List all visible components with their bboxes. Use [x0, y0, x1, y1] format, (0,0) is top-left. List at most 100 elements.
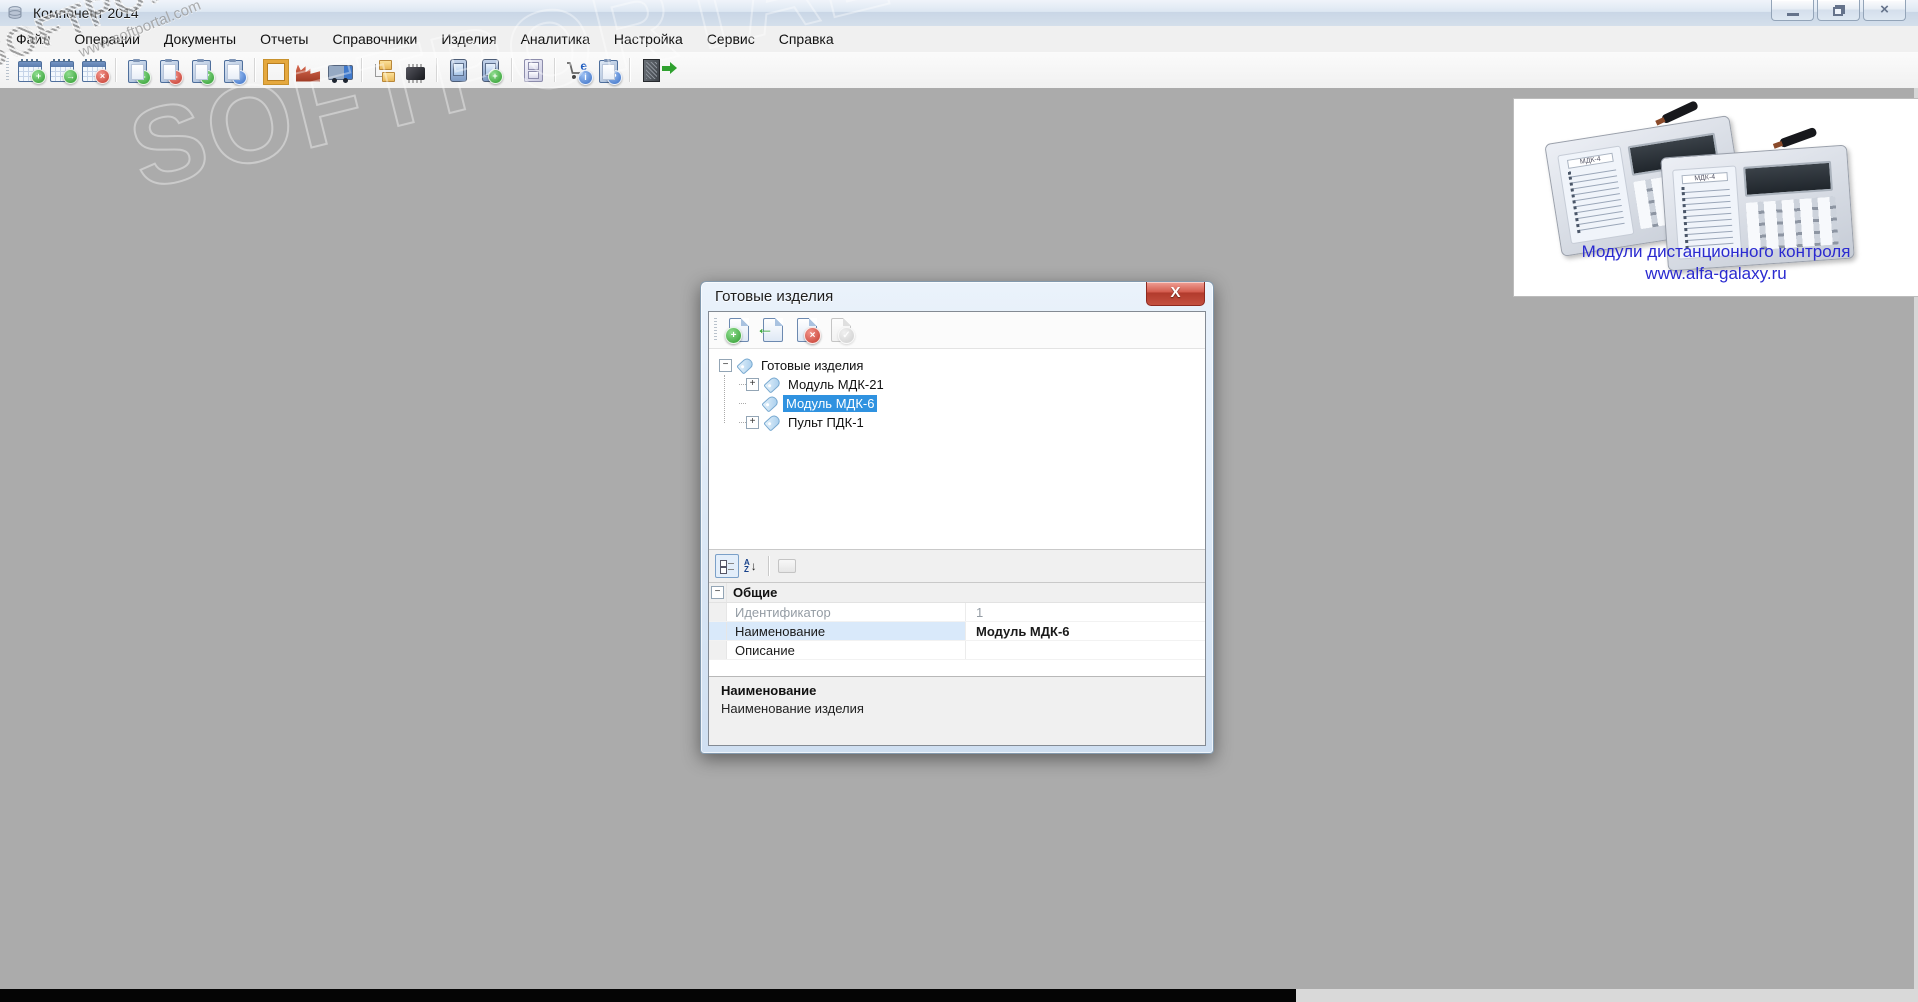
- move-item-button[interactable]: ←: [756, 314, 790, 346]
- device-button[interactable]: [442, 54, 474, 86]
- close-icon: ×: [1880, 1, 1889, 18]
- property-grid-toolbar: AZ ↓: [709, 550, 1205, 583]
- category-gutter: −: [709, 583, 727, 602]
- calendar-add-icon: +: [18, 59, 46, 84]
- document-apply-icon: ✓: [831, 318, 855, 344]
- truck-icon: [327, 65, 353, 83]
- frame-template-icon: [264, 59, 288, 84]
- toolbar-separator: [629, 58, 630, 82]
- tree-root-label[interactable]: Готовые изделия: [758, 357, 866, 374]
- delete-item-button[interactable]: ×: [790, 314, 824, 346]
- banner-url: www.alfa-galaxy.ru: [1645, 264, 1787, 283]
- minimize-button[interactable]: [1771, 0, 1814, 21]
- check-badge: ✓: [838, 327, 855, 344]
- e-catalog-button[interactable]: e i: [560, 54, 593, 86]
- property-row-name[interactable]: Наименование Модуль МДК-6: [709, 622, 1205, 641]
- tag-icon: [761, 394, 780, 413]
- menu-reports[interactable]: Отчеты: [248, 28, 320, 50]
- close-button[interactable]: ×: [1863, 0, 1906, 21]
- antenna-icon: [1660, 100, 1700, 125]
- property-name: Идентификатор: [727, 603, 966, 621]
- window-title: Компонент 2014: [33, 5, 139, 21]
- menu-file[interactable]: Файл: [4, 28, 62, 50]
- arrow-badge: →: [63, 69, 78, 84]
- ball-badge: [231, 69, 247, 85]
- tree-root-row[interactable]: − Готовые изделия: [719, 356, 1205, 375]
- clipboard-remove-icon: −: [159, 58, 183, 85]
- menu-references[interactable]: Справочники: [321, 28, 430, 50]
- finished-products-dialog: Готовые изделия X + ← × ✓ − Готовые изде…: [700, 281, 1214, 754]
- tag-icon: [736, 356, 755, 375]
- factory-button[interactable]: [292, 54, 324, 86]
- document-delete-icon: ×: [797, 318, 821, 344]
- clipboard-remove-button[interactable]: −: [153, 54, 185, 86]
- menu-help[interactable]: Справка: [767, 28, 846, 50]
- tree-item-mdk21[interactable]: + Модуль МДК-21: [719, 375, 1205, 394]
- card-file-button[interactable]: [517, 54, 549, 86]
- device-lcd: [1743, 160, 1833, 197]
- toolbar-separator: [511, 58, 512, 82]
- row-gutter: [709, 622, 727, 640]
- tree-item-mdk6-selected[interactable]: Модуль МДК-6: [719, 394, 1205, 413]
- property-pages-button[interactable]: [775, 555, 799, 577]
- device-add-button[interactable]: +: [474, 54, 506, 86]
- tree-item-pdk1[interactable]: + Пульт ПДК-1: [719, 413, 1205, 432]
- menu-analytics[interactable]: Аналитика: [509, 28, 602, 50]
- dialog-content: + ← × ✓ − Готовые изделия + Модуль МДК-2…: [708, 311, 1206, 746]
- menu-service[interactable]: Сервис: [695, 28, 767, 50]
- document-arrow-icon: ←: [756, 318, 783, 342]
- help-description: Наименование изделия: [721, 701, 864, 716]
- collapse-box-icon[interactable]: −: [711, 586, 724, 599]
- collapse-box-icon[interactable]: −: [719, 359, 732, 372]
- tree-item-label[interactable]: Пульт ПДК-1: [785, 414, 867, 431]
- chip-button[interactable]: [399, 54, 431, 86]
- frame-template-button[interactable]: [260, 54, 292, 86]
- property-value[interactable]: [966, 641, 1205, 659]
- property-help-pane: Наименование Наименование изделия: [709, 676, 1205, 745]
- dialog-close-button[interactable]: X: [1146, 282, 1205, 306]
- calendar-delete-button[interactable]: ×: [78, 54, 110, 86]
- property-value: 1: [976, 604, 984, 620]
- dialog-toolbar: + ← × ✓: [709, 312, 1205, 349]
- minus-badge: −: [167, 69, 183, 85]
- property-row-description[interactable]: Описание: [709, 641, 1205, 660]
- app-database-icon: [7, 4, 25, 22]
- expand-box-icon[interactable]: +: [746, 378, 759, 391]
- truck-button[interactable]: [324, 54, 356, 86]
- factory-icon: [296, 64, 320, 82]
- menu-products[interactable]: Изделия: [429, 28, 508, 50]
- tree-item-label[interactable]: Модуль МДК-6: [783, 395, 878, 412]
- plus-badge: +: [135, 69, 151, 85]
- bottom-black-strip: [0, 989, 1296, 1002]
- clipboard-info-button[interactable]: [217, 54, 249, 86]
- folders-tree-button[interactable]: [367, 54, 399, 86]
- menu-settings[interactable]: Настройка: [602, 28, 695, 50]
- expand-box-icon[interactable]: +: [746, 416, 759, 429]
- toolbar-separator: [361, 58, 362, 82]
- plus-badge: +: [487, 69, 503, 84]
- calendar-run-button[interactable]: →: [46, 54, 78, 86]
- toolbar-grip: [714, 318, 717, 342]
- restore-button[interactable]: [1817, 0, 1860, 21]
- alphabetical-sort-button[interactable]: AZ ↓: [741, 555, 760, 577]
- device-model-label: МДК-4: [1681, 172, 1729, 185]
- property-name: Описание: [727, 641, 966, 659]
- exit-button[interactable]: [635, 54, 677, 86]
- tree-item-label[interactable]: Модуль МДК-21: [785, 376, 887, 393]
- add-item-button[interactable]: +: [722, 314, 756, 346]
- property-row-identifier[interactable]: Идентификатор 1: [709, 603, 1205, 622]
- property-value[interactable]: Модуль МДК-6: [966, 622, 1205, 640]
- clipboard-accept-button[interactable]: ✓: [185, 54, 217, 86]
- calendar-add-button[interactable]: +: [14, 54, 46, 86]
- dialog-title: Готовые изделия: [715, 288, 834, 305]
- property-category-row[interactable]: − Общие: [709, 583, 1205, 603]
- categorized-icon: [719, 559, 735, 574]
- apply-item-button[interactable]: ✓: [824, 314, 858, 346]
- menu-operations[interactable]: Операции: [62, 28, 152, 50]
- left-arrow-badge: ←: [756, 318, 774, 338]
- menu-documents[interactable]: Документы: [152, 28, 248, 50]
- tree-stub-line: [739, 403, 746, 404]
- clipboard-add-button[interactable]: +: [121, 54, 153, 86]
- help-button[interactable]: ?: [592, 54, 624, 86]
- categorized-view-button[interactable]: [715, 554, 739, 578]
